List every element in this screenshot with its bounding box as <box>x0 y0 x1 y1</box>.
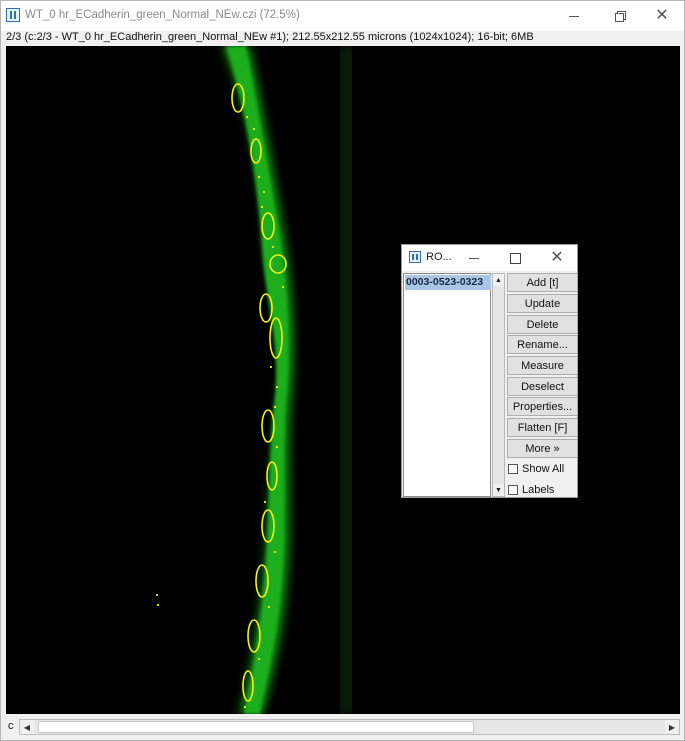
title-bar[interactable]: WT_0 hr_ECadherin_green_Normal_NEw.czi (… <box>1 1 684 31</box>
minimize-icon <box>469 257 479 259</box>
arrow-down-icon[interactable]: ▼ <box>493 484 504 496</box>
roi-list-scrollbar[interactable]: ▲ ▼ <box>492 273 505 497</box>
image-canvas[interactable] <box>6 46 680 714</box>
show-all-checkbox[interactable]: Show All <box>508 463 564 475</box>
add-button[interactable]: Add [t] <box>507 273 578 292</box>
restore-icon <box>615 11 626 22</box>
status-bar: c ◀ ▶ <box>1 716 684 738</box>
rename-button[interactable]: Rename... <box>507 335 578 354</box>
more-button[interactable]: More » <box>507 439 578 458</box>
close-icon: ✕ <box>550 249 564 266</box>
roi-list[interactable]: 0003-0523-0323 <box>403 273 491 497</box>
roi-window-title: RO... <box>426 251 452 263</box>
micrograph-image <box>156 46 366 714</box>
maximize-icon <box>509 252 521 264</box>
measure-button[interactable]: Measure <box>507 356 578 375</box>
close-icon: ✕ <box>655 7 669 24</box>
close-button[interactable]: ✕ <box>639 1 684 31</box>
scroll-thumb[interactable] <box>38 721 474 733</box>
imagej-app-icon <box>409 251 421 263</box>
arrow-right-icon[interactable]: ▶ <box>665 720 679 734</box>
roi-close-button[interactable]: ✕ <box>542 245 572 271</box>
image-info-line: 2/3 (c:2/3 - WT_0 hr_ECadherin_green_Nor… <box>6 31 534 43</box>
restore-button[interactable] <box>597 1 643 31</box>
arrow-left-icon[interactable]: ◀ <box>20 720 34 734</box>
window-title: WT_0 hr_ECadherin_green_Normal_NEw.czi (… <box>25 9 300 21</box>
properties-button[interactable]: Properties... <box>507 397 578 416</box>
checkbox-box[interactable] <box>508 464 518 474</box>
labels-checkbox[interactable]: Labels <box>508 484 554 496</box>
show-all-label: Show All <box>522 463 565 475</box>
imagej-app-icon <box>6 8 20 22</box>
update-button[interactable]: Update <box>507 294 578 313</box>
roi-title-bar[interactable]: RO... ✕ <box>402 245 577 271</box>
arrow-up-icon[interactable]: ▲ <box>493 274 504 286</box>
minimize-button[interactable] <box>551 1 597 31</box>
labels-label: Labels <box>522 484 555 496</box>
roi-list-item[interactable]: 0003-0523-0323 <box>405 275 491 290</box>
minimize-icon <box>569 15 579 17</box>
roi-maximize-button[interactable] <box>500 245 530 271</box>
image-window: WT_0 hr_ECadherin_green_Normal_NEw.czi (… <box>0 0 685 741</box>
roi-manager-window: RO... ✕ 0003-0523-0323 ▲ ▼ Add [t] Updat… <box>401 244 578 498</box>
channel-label: c <box>8 720 14 732</box>
horizontal-scrollbar[interactable]: ◀ ▶ <box>19 719 680 735</box>
roi-minimize-button[interactable] <box>459 245 489 271</box>
delete-button[interactable]: Delete <box>507 315 578 334</box>
flatten-button[interactable]: Flatten [F] <box>507 418 578 437</box>
deselect-button[interactable]: Deselect <box>507 377 578 396</box>
checkbox-box[interactable] <box>508 485 518 495</box>
